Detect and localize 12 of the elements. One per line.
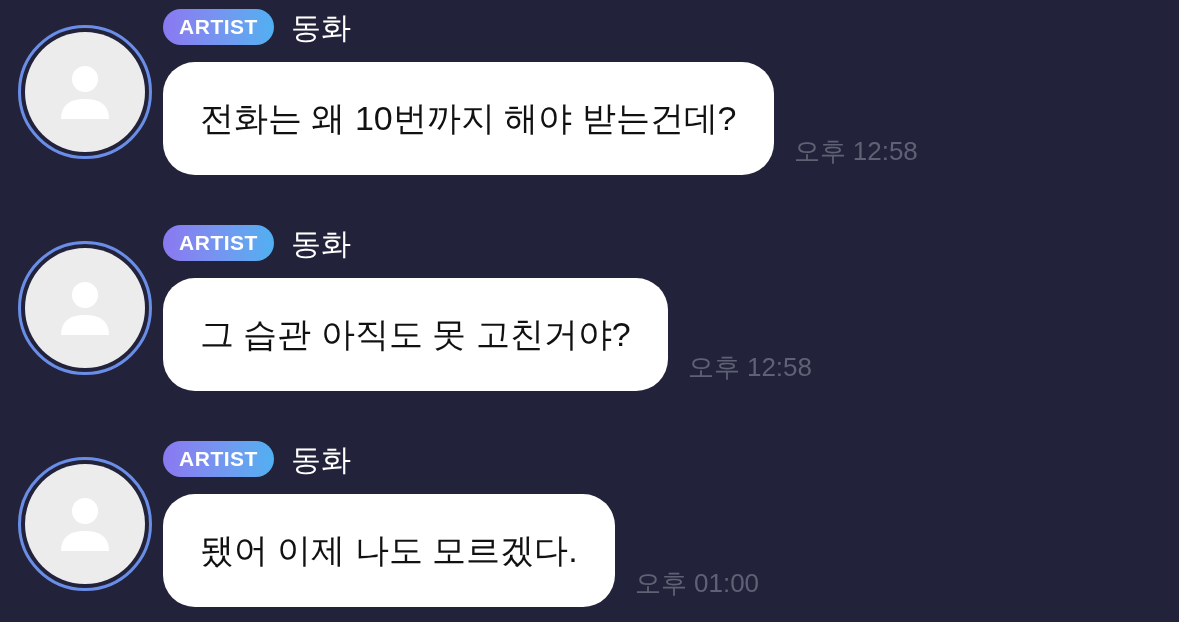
message-bubble: 전화는 왜 10번까지 해야 받는건데? [163, 62, 774, 175]
sender-name: 동화 [291, 9, 351, 46]
artist-badge: ARTIST [163, 441, 274, 477]
artist-badge: ARTIST [163, 9, 274, 45]
sender-name: 동화 [291, 441, 351, 478]
message-time: 오후 12:58 [687, 351, 812, 384]
message-bubble: 그 습관 아직도 못 고친거야? [163, 278, 668, 391]
message-time: 오후 12:58 [793, 135, 918, 168]
message-time: 오후 01:00 [634, 567, 760, 600]
artist-badge: ARTIST [163, 225, 274, 261]
message-bubble: 됐어 이제 나도 모르겠다. [163, 494, 615, 607]
sender-name: 동화 [291, 225, 351, 262]
